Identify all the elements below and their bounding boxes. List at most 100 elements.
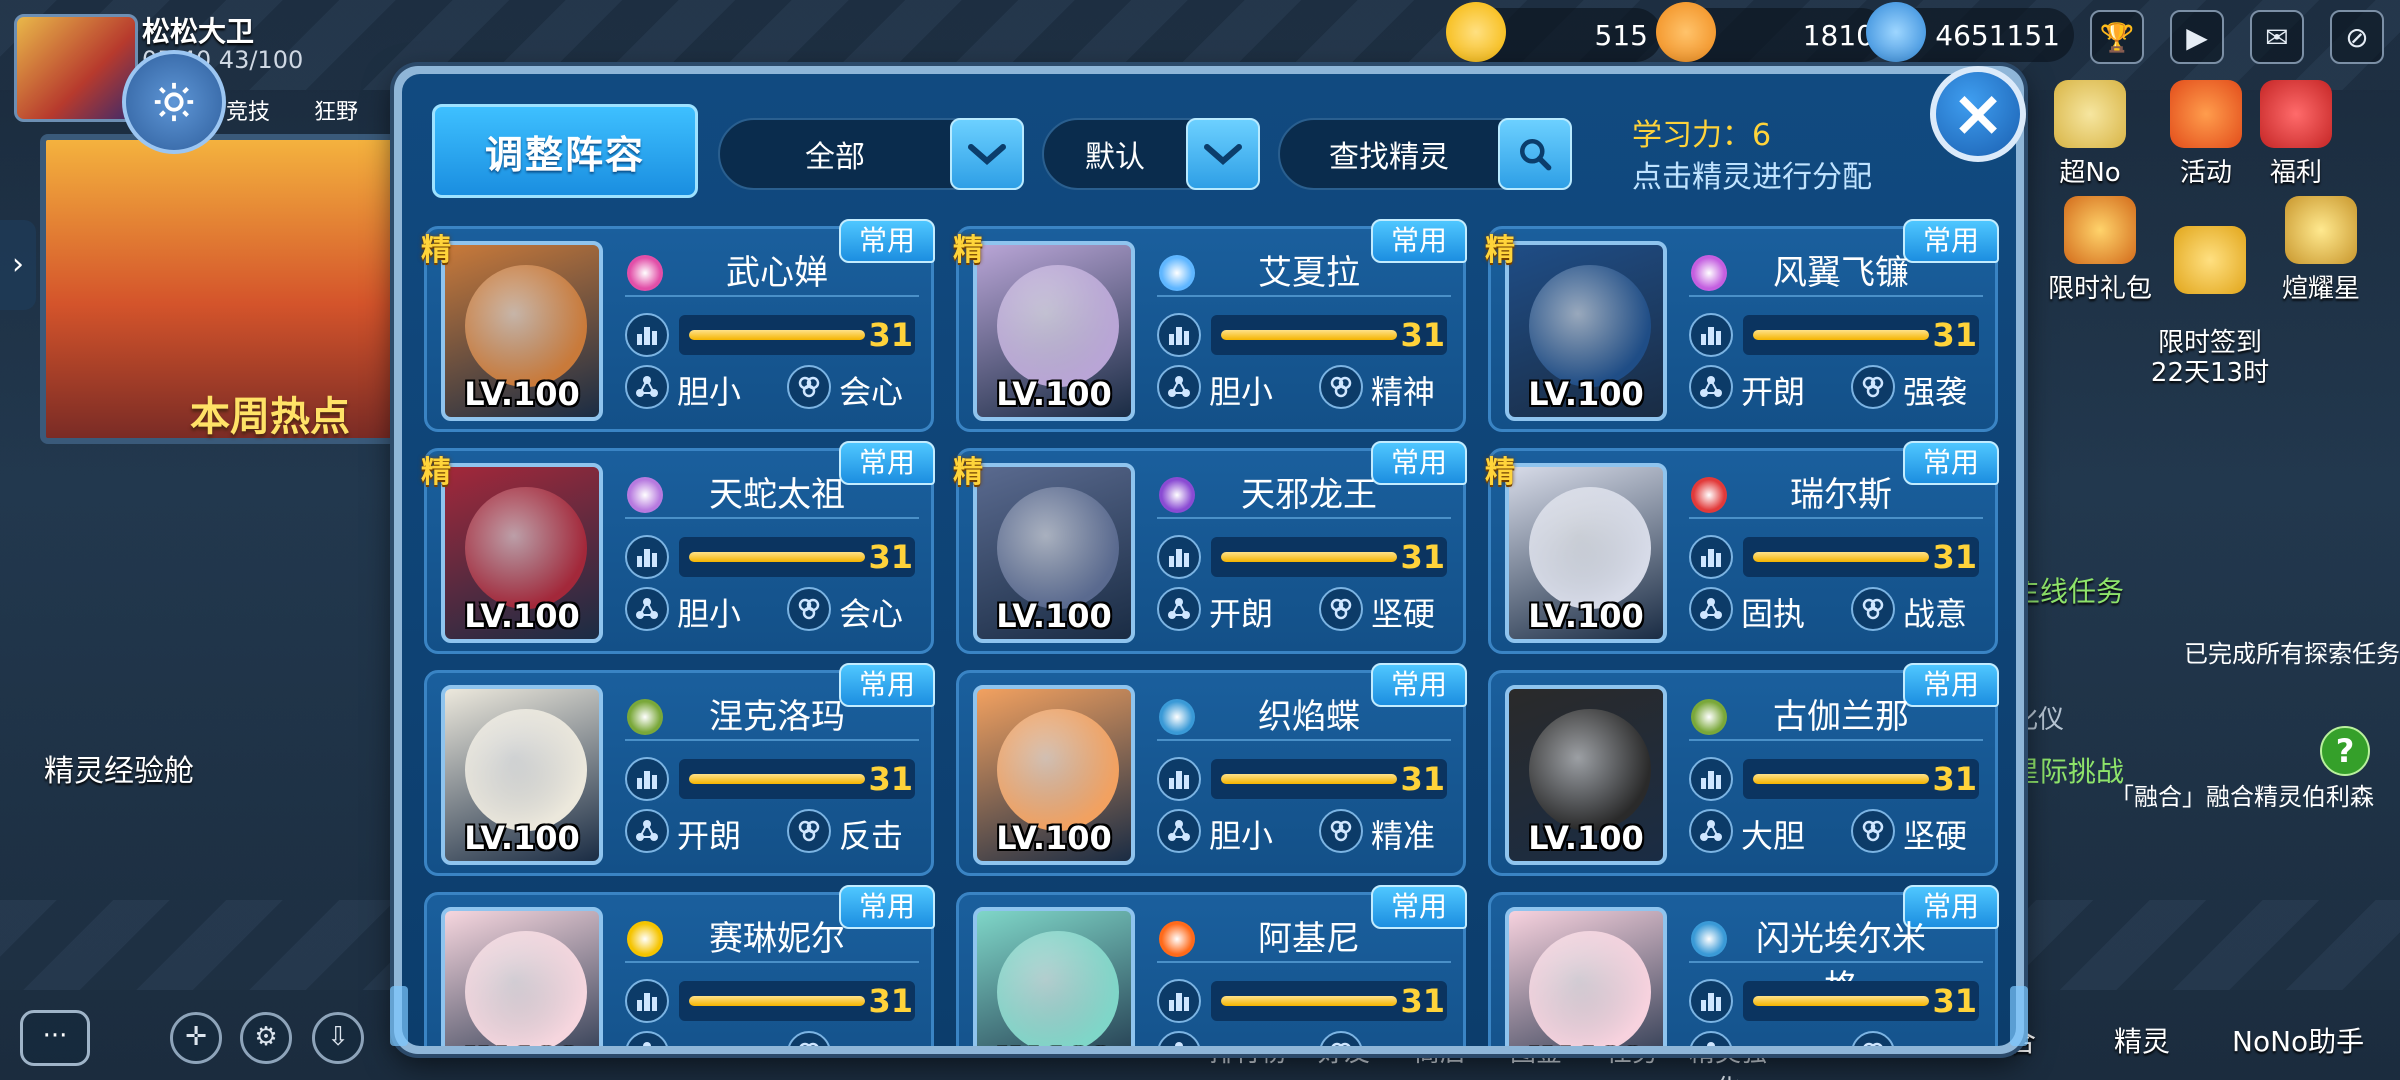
elite-badge: 精 [421, 233, 451, 268]
sprite-portrait[interactable]: LV.100 [1505, 685, 1667, 865]
mode-tag-wild[interactable]: 狂野 [314, 94, 358, 126]
menu-glory-star[interactable]: 煊耀星 [2266, 196, 2376, 305]
player-avatar[interactable] [14, 14, 138, 122]
elite-badge: 精 [421, 455, 451, 490]
help-icon[interactable]: ? [2320, 726, 2370, 776]
fusion-quest-text[interactable]: 「融合」融合精灵伯利森 [2110, 780, 2390, 814]
sprite-card[interactable]: 常用 LV.100 瑞尔斯 31 固执 战意 精 [1485, 441, 1999, 654]
star-icon [2285, 196, 2357, 264]
sprite-portrait[interactable]: LV.100 [973, 463, 1135, 643]
mail-icon[interactable]: ✉ [2250, 10, 2304, 64]
learning-power-bar[interactable]: 31 [1743, 537, 1979, 577]
nav-nono-assistant[interactable]: NoNo助手 [2232, 1020, 2364, 1060]
menu-activity[interactable]: 活动 [2156, 80, 2256, 189]
sprite-card[interactable]: 常用 LV.100 赛琳妮尔 31 [424, 885, 935, 1046]
menu-welfare[interactable]: 福利 [2246, 80, 2346, 189]
sprite-card[interactable]: 常用 LV.100 闪光埃尔米格 31 [1488, 885, 1999, 1046]
sprite-portrait[interactable]: LV.100 [1505, 241, 1667, 421]
sprite-card[interactable]: 常用 LV.100 涅克洛玛 31 开朗 反击 [424, 663, 935, 876]
expand-left-button[interactable]: › [0, 220, 36, 310]
element-type-icon [627, 255, 663, 291]
sprite-face-icon [997, 487, 1119, 609]
sprite-face-icon [1529, 487, 1651, 609]
close-dialog-button[interactable]: × [1930, 66, 2026, 162]
learning-power-bar[interactable]: 31 [1743, 315, 1979, 355]
filter-sort-select[interactable]: 默认 [1042, 118, 1260, 190]
learning-power-bar[interactable]: 31 [679, 537, 915, 577]
learning-power-bar[interactable]: 31 [1743, 981, 1979, 1021]
sprite-card[interactable]: 常用 LV.100 古伽兰那 31 大胆 坚硬 [1488, 663, 1999, 876]
search-icon[interactable] [1498, 118, 1572, 190]
sprite-portrait[interactable]: LV.100 [441, 685, 603, 865]
learning-power-bar[interactable]: 31 [1211, 537, 1447, 577]
learning-power-bar-fill [1221, 330, 1397, 340]
elite-badge: 精 [1485, 233, 1515, 268]
learning-power-bar[interactable]: 31 [679, 315, 915, 355]
power-stat-icon [1157, 535, 1201, 579]
divider [1157, 517, 1451, 519]
activity-icon [2170, 80, 2242, 148]
menu-super-nono[interactable]: 超No [2040, 80, 2140, 189]
settings-button[interactable] [122, 50, 226, 154]
sprite-card[interactable]: 常用 LV.100 阿基尼 31 [956, 885, 1467, 1046]
menu-limited-signin[interactable]: 限时签到 22天13时 [2150, 196, 2270, 388]
hide-icon[interactable]: ⊘ [2330, 10, 2384, 64]
learning-power-value: 31 [868, 538, 913, 576]
trophy-icon[interactable]: 🏆 [2090, 10, 2144, 64]
learning-power-bar[interactable]: 31 [679, 981, 915, 1021]
filter-all-select[interactable]: 全部 [718, 118, 1024, 190]
sprite-card[interactable]: 常用 LV.100 织焰蝶 31 胆小 精准 [956, 663, 1467, 876]
sprite-level: LV.100 [464, 819, 580, 857]
resource-coin[interactable]: 515 [1446, 2, 1662, 62]
mode-tag-arena[interactable]: 竞技 [226, 94, 270, 126]
learning-power-bar[interactable]: 31 [1743, 759, 1979, 799]
gear-icon [154, 82, 194, 122]
personality-icon [1157, 1031, 1201, 1046]
power-stat-icon [625, 979, 669, 1023]
exp-cabin-label[interactable]: 精灵经验舱 [44, 746, 194, 790]
sprite-portrait[interactable]: LV.100 [973, 241, 1135, 421]
main-quest-title[interactable]: 主线任务 [2012, 570, 2400, 610]
sprite-portrait[interactable]: LV.100 [441, 241, 603, 421]
sprite-face-icon [997, 265, 1119, 387]
close-icon: × [1951, 77, 2005, 151]
sprite-portrait[interactable]: LV.100 [973, 685, 1135, 865]
play-icon[interactable]: ▶ [2170, 10, 2224, 64]
mode-tags: 竞技 狂野 [226, 94, 358, 126]
fusion-icon[interactable]: ⚙ [240, 1012, 292, 1064]
sprite-face-icon [465, 931, 587, 1046]
search-sprite-input[interactable]: 查找精灵 [1278, 118, 1572, 190]
learning-power-bar[interactable]: 31 [1211, 759, 1447, 799]
sprite-card[interactable]: 常用 LV.100 天邪龙王 31 开朗 坚硬 精 [953, 441, 1467, 654]
sprite-card[interactable]: 常用 LV.100 武心婵 31 胆小 会心 精 [421, 219, 935, 432]
chat-button[interactable]: ··· [20, 1010, 90, 1066]
sprite-card[interactable]: 常用 LV.100 风翼飞镰 31 开朗 强袭 精 [1485, 219, 1999, 432]
elite-badge: 精 [1485, 455, 1515, 490]
learning-power-bar[interactable]: 31 [1211, 981, 1447, 1021]
sprite-face-icon [1529, 931, 1651, 1046]
resource-diamond[interactable]: 1810 [1656, 2, 1888, 62]
sprite-name: 艾夏拉 [1258, 253, 1360, 293]
learning-power-bar[interactable]: 31 [679, 759, 915, 799]
sprite-portrait[interactable]: LV.100 [1505, 463, 1667, 643]
sprite-portrait[interactable]: LV.100 [973, 907, 1135, 1046]
resource-star-coin[interactable]: 4651151 [1866, 2, 2074, 62]
pack-icon [2064, 196, 2136, 264]
crosshair-icon[interactable]: ✛ [170, 1012, 222, 1064]
learning-power-value: 31 [1400, 982, 1445, 1020]
trait-icon [787, 1031, 831, 1046]
menu-limited-pack[interactable]: 限时礼包 [2046, 196, 2154, 305]
personality-icon [625, 365, 669, 409]
sprite-portrait[interactable]: LV.100 [441, 463, 603, 643]
sprite-portrait[interactable]: LV.100 [441, 907, 603, 1046]
sprite-card[interactable]: 常用 LV.100 天蛇太祖 31 胆小 会心 精 [421, 441, 935, 654]
learning-power-value: 31 [1932, 316, 1977, 354]
sprite-card[interactable]: 常用 LV.100 艾夏拉 31 胆小 精神 精 [953, 219, 1467, 432]
nav-sprites[interactable]: 精灵 [2114, 1020, 2170, 1060]
download-icon[interactable]: ⇩ [312, 1012, 364, 1064]
adjust-lineup-tab[interactable]: 调整阵容 [432, 104, 698, 198]
power-stat-icon [1157, 979, 1201, 1023]
sprite-name: 织焰蝶 [1258, 697, 1360, 737]
sprite-portrait[interactable]: LV.100 [1505, 907, 1667, 1046]
learning-power-bar[interactable]: 31 [1211, 315, 1447, 355]
